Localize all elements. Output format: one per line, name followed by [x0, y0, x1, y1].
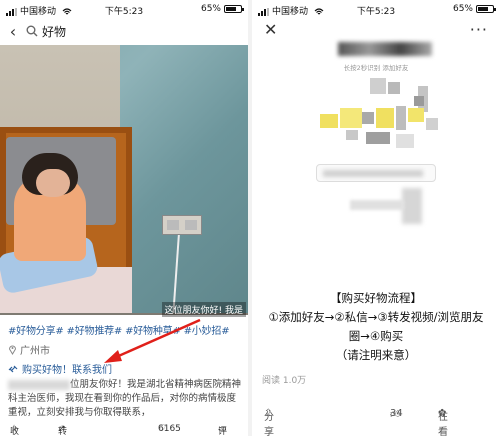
blurred-name: [8, 379, 70, 390]
search-bar[interactable]: 好物: [26, 23, 66, 40]
more-icon[interactable]: ···: [470, 20, 488, 39]
blurred-ad-title: [338, 42, 432, 56]
video-photo[interactable]: [0, 45, 248, 315]
location-icon: [8, 345, 17, 355]
flow-line-1: ①添加好友→②私信→③转发视频/浏览朋友: [268, 310, 484, 324]
blurred-contact-field: [316, 164, 436, 182]
action-bar: ☆收藏 ↗转发 ♡6165 ▭评: [0, 424, 248, 436]
flow-line-3: （请注明来意）: [335, 348, 417, 362]
status-battery: 65%: [200, 4, 244, 14]
search-icon: [26, 25, 38, 37]
buy-link-label: 购买好物！联系我们: [22, 365, 112, 376]
flow-title: 【购买好物流程】: [330, 291, 422, 305]
buy-link[interactable]: 购买好物！联系我们: [8, 361, 112, 376]
share-label: 转发: [58, 427, 68, 436]
battery-icon: [476, 5, 496, 13]
status-battery: 65%: [452, 4, 496, 14]
qr-instruction: 长按2秒识别 添加好友: [343, 64, 409, 72]
search-header: ‹ 好物: [0, 18, 248, 44]
back-icon[interactable]: ‹: [0, 22, 26, 41]
likes-count: 34: [390, 408, 403, 419]
red-arrow-annotation: [104, 318, 201, 363]
likes-count: 6165: [158, 424, 181, 434]
search-query: 好物: [42, 24, 67, 39]
read-count: 阅读 1.0万: [262, 376, 307, 386]
blurred-block: [402, 188, 422, 224]
link-icon: [8, 365, 18, 373]
flow-line-2: 圈→④购买: [348, 329, 404, 343]
post-description: 位朋友你好！我是湖北省精神病医院精神科主治医师，我现在看到你的作品后，对你的病情…: [8, 378, 244, 420]
battery-percent: 65%: [200, 4, 221, 14]
right-screenshot: 中国移动 下午5:23 65% ✕ ··· 长按2秒识别 添加好友 【购买好物流…: [252, 0, 500, 436]
article-action-bar: ⇪分享 👍︎34 ✿在看 55: [252, 408, 500, 436]
status-bar: 中国移动 下午5:23 65%: [252, 0, 500, 18]
location[interactable]: 广州市: [8, 342, 50, 357]
close-icon[interactable]: ✕: [264, 20, 277, 39]
watching-label: 在看 55: [438, 412, 448, 436]
video-caption: 这位朋友你好! 我是: [161, 302, 246, 317]
battery-percent: 65%: [452, 4, 473, 14]
share-label: 分享: [264, 412, 274, 436]
pixelated-qr-code: [314, 78, 444, 164]
location-label: 广州市: [20, 346, 50, 357]
blurred-block: [350, 200, 404, 210]
battery-icon: [224, 5, 244, 13]
left-screenshot: 中国移动 下午5:23 65% ‹ 好物 这位朋友你好! 我是 #好物分享# #…: [0, 0, 248, 436]
status-bar: 中国移动 下午5:23 65%: [0, 0, 248, 18]
purchase-flow: 【购买好物流程】 ①添加好友→②私信→③转发视频/浏览朋友 圈→④购买 （请注明…: [252, 289, 500, 365]
article-header: ✕ ···: [252, 18, 500, 44]
wall-switch: [162, 215, 202, 235]
comment-label: 评: [218, 427, 228, 436]
favorite-label: 收藏: [10, 427, 20, 436]
